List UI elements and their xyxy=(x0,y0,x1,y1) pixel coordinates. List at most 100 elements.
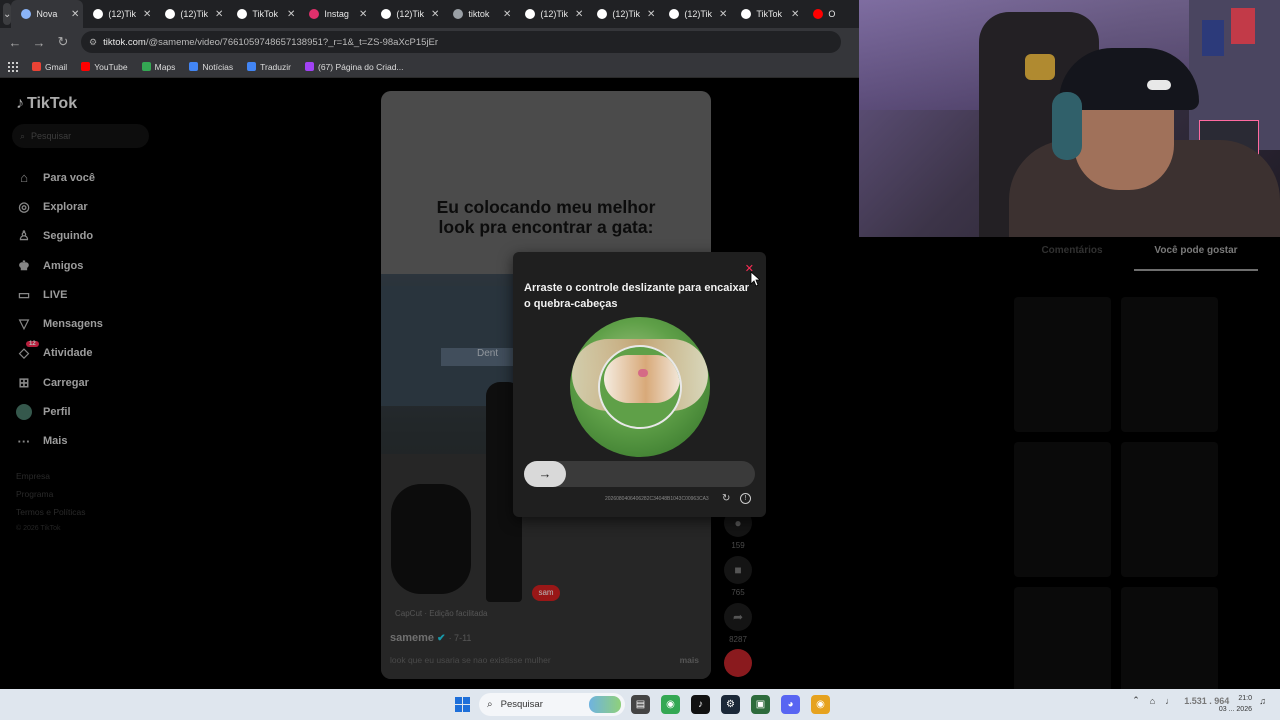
tab-favicon-icon xyxy=(21,9,32,19)
browser-tab[interactable]: (12)Tik ✕ xyxy=(371,0,443,28)
tab-title: Instag xyxy=(324,9,349,19)
captcha-puzzle-image xyxy=(570,317,710,457)
close-icon[interactable]: ✕ xyxy=(503,9,511,20)
close-icon[interactable]: ✕ xyxy=(431,9,439,20)
captcha-slider-track[interactable]: → xyxy=(524,461,755,487)
bookmark-item[interactable]: Traduzir xyxy=(247,62,291,72)
bookmark-label: (67) Página do Criad... xyxy=(317,61,404,72)
clock-time: 21:0 xyxy=(1238,695,1252,702)
file-explorer-icon[interactable]: ▤ xyxy=(631,695,650,714)
bookmark-item[interactable]: Notícias xyxy=(189,62,233,72)
bookmark-item[interactable]: Gmail xyxy=(32,62,67,72)
terminal-icon[interactable]: ▣ xyxy=(751,695,770,714)
close-icon[interactable]: ✕ xyxy=(71,9,79,20)
search-icon: ⌕ xyxy=(487,699,493,710)
discord-icon[interactable]: ◕ xyxy=(781,695,800,714)
browser-address-bar: ← → ↻ ⚙ tiktok.com /@sameme/video/766105… xyxy=(0,28,860,56)
close-icon[interactable]: ✕ xyxy=(143,9,151,20)
taskbar-search-placeholder: Pesquisar xyxy=(500,699,543,710)
bookmark-favicon-icon xyxy=(141,62,151,71)
tab-title: (12)Tik xyxy=(684,9,713,19)
bookmark-label: YouTube xyxy=(94,61,128,72)
captcha-slider-handle[interactable]: → xyxy=(524,461,566,487)
chrome-icon[interactable]: ◉ xyxy=(661,695,680,714)
tab-title: (12)Tik xyxy=(396,9,425,19)
tab-title: (12)Tik xyxy=(108,9,137,19)
bookmarks-bar: Gmail YouTube Maps Notícias Traduzir (67) Pág… xyxy=(0,56,860,78)
browser-tab[interactable]: Instag ✕ xyxy=(299,0,371,28)
mic-icon[interactable]: ♩ xyxy=(1165,696,1174,706)
bell-icon[interactable]: ♫ xyxy=(1259,696,1266,706)
tab-favicon-icon xyxy=(741,9,752,19)
site-info-icon[interactable]: ⚙ xyxy=(89,37,97,48)
clock[interactable]: 21:0 03 ... 2026 xyxy=(1219,693,1252,715)
tab-title: (12)Tik xyxy=(540,9,569,19)
bookmark-favicon-icon xyxy=(304,62,314,71)
tab-title: (12)Tik xyxy=(180,9,209,19)
close-icon[interactable]: ✕ xyxy=(575,9,583,20)
browser-tab[interactable]: TikTok ✕ xyxy=(227,0,299,28)
refresh-icon[interactable]: ↻ xyxy=(722,493,730,504)
info-icon[interactable]: ! xyxy=(740,493,751,504)
steam-icon[interactable]: ⚙ xyxy=(721,695,740,714)
bookmark-favicon-icon xyxy=(81,62,91,71)
start-button[interactable] xyxy=(455,697,470,712)
taskbar-apps: ▤ ◉ ♪ ⚙ ▣ ◕ ◉ xyxy=(631,695,841,714)
browser-tab[interactable]: (12)Tik ✕ xyxy=(83,0,155,28)
chevron-up-icon[interactable]: ⌃ xyxy=(1132,695,1140,706)
tab-title: Nova xyxy=(36,9,58,19)
tab-favicon-icon xyxy=(453,9,464,19)
bookmark-favicon-icon xyxy=(247,62,257,71)
tab-favicon-icon xyxy=(525,9,536,19)
tab-favicon-icon xyxy=(93,9,104,19)
bookmark-item[interactable]: YouTube xyxy=(81,61,128,72)
tab-favicon-icon xyxy=(597,9,608,19)
bookmark-favicon-icon xyxy=(189,62,199,71)
bookmark-item[interactable]: Maps xyxy=(141,61,176,72)
close-icon[interactable]: ✕ xyxy=(215,9,223,20)
back-button[interactable]: ← xyxy=(3,35,27,50)
taskbar-search[interactable]: ⌕ Pesquisar xyxy=(479,693,625,716)
browser-tab[interactable]: (12)Tik ✕ xyxy=(515,0,587,28)
captcha-title: Arraste o controle deslizante para encai… xyxy=(524,282,749,310)
close-icon[interactable]: ✕ xyxy=(647,9,655,20)
close-icon[interactable]: ✕ xyxy=(287,9,295,20)
close-icon[interactable]: ✕ xyxy=(719,9,727,20)
chrome-canary-icon[interactable]: ◉ xyxy=(811,695,830,714)
browser-tab[interactable]: (12)Tik ✕ xyxy=(155,0,227,28)
bookmark-item[interactable]: (67) Página do Criad... xyxy=(304,61,404,72)
tab-title: tiktok xyxy=(468,9,490,19)
browser-tab-bar: ⌄ Nova ✕ (12)Tik ✕ (12)Tik ✕ TikTok ✕ Instag ✕ (12… xyxy=(0,0,871,28)
forward-button[interactable]: → xyxy=(27,35,51,50)
captcha-dialog: ✕ Arraste o controle deslizante para enc… xyxy=(513,252,766,517)
tab-favicon-icon xyxy=(381,9,392,19)
network-icon[interactable]: ⌂ xyxy=(1150,696,1155,706)
tab-favicon-icon xyxy=(813,9,824,19)
browser-tab[interactable]: TikTok ✕ xyxy=(731,0,803,28)
browser-tab[interactable]: tiktok ✕ xyxy=(443,0,515,28)
browser-tab[interactable]: Nova ✕ xyxy=(11,0,84,28)
tab-title: TikTok xyxy=(756,9,783,19)
search-highlight-image xyxy=(589,696,621,713)
bookmark-label: Notícias xyxy=(202,61,234,72)
tab-title: (12)Tik xyxy=(612,9,641,19)
close-icon[interactable]: ✕ xyxy=(359,9,367,20)
reload-button[interactable]: ↻ xyxy=(51,34,75,50)
tab-favicon-icon xyxy=(309,9,320,19)
tiktok-icon[interactable]: ♪ xyxy=(691,695,710,714)
close-icon[interactable]: ✕ xyxy=(791,9,799,20)
bookmark-label: Maps xyxy=(154,61,176,72)
windows-taskbar: ⌕ Pesquisar ▤ ◉ ♪ ⚙ ▣ ◕ ◉ ⌃ ⌂ ♩ 1.531 . 964 ♫ … xyxy=(0,689,1280,720)
tab-search-button[interactable]: ⌄ xyxy=(3,3,12,25)
url-path: /@sameme/video/7661059748657138951?_r=1&… xyxy=(145,36,439,48)
tab-title: O xyxy=(828,9,836,19)
tab-title: TikTok xyxy=(252,9,279,19)
browser-tab[interactable]: (12)Tik ✕ xyxy=(659,0,731,28)
screen: ⌄ Nova ✕ (12)Tik ✕ (12)Tik ✕ TikTok ✕ Instag ✕ (12… xyxy=(0,0,1280,720)
headphones xyxy=(1052,92,1082,160)
browser-tab[interactable]: (12)Tik ✕ xyxy=(587,0,659,28)
puzzle-rotating-piece xyxy=(598,345,682,429)
bookmark-label: Traduzir xyxy=(260,61,291,72)
apps-grid-icon[interactable] xyxy=(8,61,18,72)
url-field[interactable]: ⚙ tiktok.com /@sameme/video/766105974865… xyxy=(81,31,841,53)
